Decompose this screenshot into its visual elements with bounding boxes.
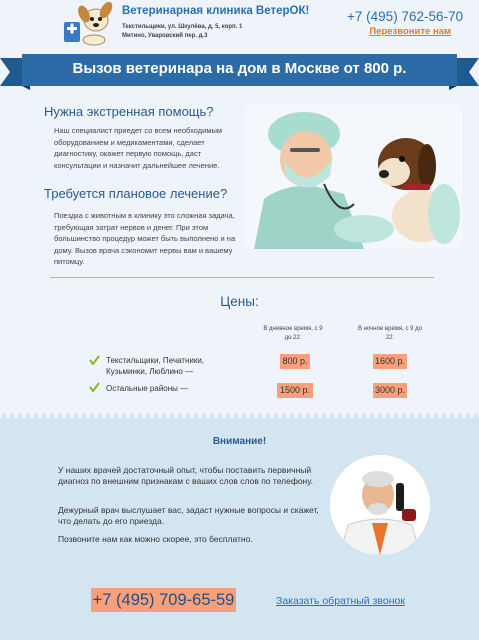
vet-with-dog-icon [244, 104, 462, 249]
footer-callback-link[interactable]: Заказать обратный звонок [276, 595, 405, 607]
price-day: 1500 р. [277, 383, 313, 398]
attention-title: Внимание! [212, 436, 267, 447]
price-column-day: В дневное время, с 9 до 22: [263, 326, 323, 341]
price-night: 3000 р. [373, 383, 407, 398]
price-row-label: Текстильщики, Печатники, Кузьминки, Любл… [106, 356, 205, 376]
attention-paragraph: Позвоните нам как можно скорее, это бесп… [58, 534, 253, 544]
header: Ветеринарная клиника ВетерОК! Текстильщи… [0, 0, 479, 52]
banner-title: Вызов ветеринара на дом в Москве от 800 … [72, 60, 407, 77]
header-callback-link[interactable]: Перезвоните нам [369, 26, 451, 37]
header-phone[interactable]: +7 (495) 762-56-70 [347, 9, 463, 24]
prices-title: Цены: [220, 294, 259, 309]
planned-text: Поездка с животным в клинику это сложная… [54, 211, 236, 266]
attention-paragraph: Дежурный врач выслушает вас, задаст нужн… [58, 505, 319, 526]
address-line-2: Митино, Уваровский пер. д.3 [122, 33, 208, 39]
price-column-night: В ночное время, с 9 до 22: [357, 326, 423, 341]
dog-logo-icon [64, 2, 113, 46]
checkmark-icon [89, 382, 100, 392]
planned-heading: Требуется плановое лечение? [44, 186, 228, 201]
price-night: 1600 р. [373, 354, 407, 369]
footer-phone[interactable]: +7 (495) 709-65-59 [91, 588, 236, 612]
address-line-1: Текстильщики, ул. Шкулёва, д. 5, корп. 1 [122, 24, 243, 30]
doctor-on-phone-icon [330, 455, 430, 555]
checkmark-icon [89, 355, 100, 365]
doctor-on-phone-photo [330, 455, 430, 555]
price-day: 800 р. [280, 354, 310, 369]
title-banner: Вызов ветеринара на дом в Москве от 800 … [0, 52, 479, 90]
clinic-name: Ветеринарная клиника ВетерОК! [122, 5, 310, 17]
emergency-text: Наш специалист приедет со всем необходим… [54, 126, 223, 170]
emergency-heading: Нужна экстренная помощь? [44, 104, 214, 119]
attention-paragraph: У наших врачей достаточный опыт, чтобы п… [58, 465, 314, 486]
section-divider [50, 277, 434, 278]
vet-with-dog-photo [244, 104, 462, 249]
price-row-label: Остальные районы — [106, 384, 189, 393]
